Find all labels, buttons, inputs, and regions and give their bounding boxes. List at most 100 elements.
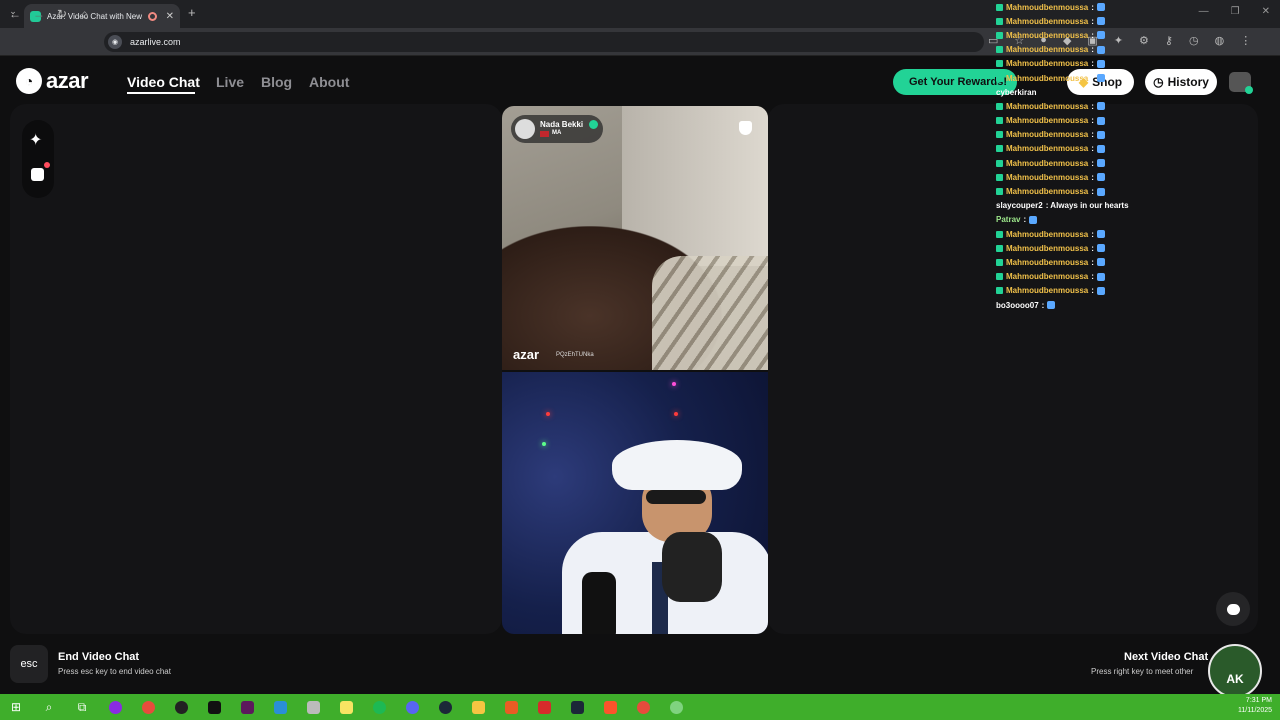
browser-tab[interactable]: Azar: Video Chat with New ✕: [24, 4, 180, 28]
steam-icon[interactable]: [567, 698, 587, 716]
chat-emote-icon: [1096, 74, 1105, 83]
chat-emote-icon: [1096, 45, 1105, 54]
chat-badge-icon: [996, 17, 1003, 25]
app-icon[interactable]: [501, 698, 521, 716]
next-video-chat-title[interactable]: Next Video Chat: [1124, 651, 1208, 663]
chat-emote-icon: [1096, 272, 1105, 281]
chat-text: :: [1091, 45, 1094, 55]
obs-icon[interactable]: [171, 698, 191, 716]
app-icon[interactable]: [204, 698, 224, 716]
chat-emote-icon: [1096, 17, 1105, 26]
home-icon[interactable]: ⌂: [81, 7, 88, 21]
partner-avatar: [515, 119, 535, 139]
chat-text: :: [1041, 300, 1045, 310]
chat-bubble-button[interactable]: [1216, 592, 1250, 626]
chat-badge-icon: [996, 173, 1003, 181]
chat-text: : Always in our hearts: [1045, 201, 1129, 211]
chat-emote-icon: [1096, 31, 1105, 40]
chat-badge-icon: [996, 273, 1003, 281]
chat-text: :: [1091, 172, 1094, 182]
back-icon[interactable]: ←: [9, 7, 21, 21]
partner-video: [502, 106, 768, 370]
chrome-icon[interactable]: [633, 698, 653, 716]
chat-message: Mahmoudbenmoussa:: [996, 99, 1256, 113]
chat-message: Mahmoudbenmoussa:: [996, 227, 1256, 241]
azar-logo-icon: ◔: [16, 68, 42, 94]
chat-badge-icon: [996, 3, 1003, 11]
windows-taskbar: ⊞ ⌕ ⧉: [0, 694, 1280, 720]
brave-icon[interactable]: [600, 698, 620, 716]
chat-message: slaycouper2: Always in our hearts: [996, 199, 1256, 213]
country-flag-icon: [540, 131, 549, 137]
chat-username: Mahmoudbenmoussa: [1006, 229, 1089, 239]
nav-live[interactable]: Live: [216, 74, 244, 90]
sticky-notes-icon[interactable]: [336, 698, 356, 716]
chat-username: Mahmoudbenmoussa: [1006, 286, 1089, 296]
recording-icon: [148, 11, 158, 21]
chat-message: Mahmoudbenmoussa:: [996, 57, 1256, 71]
chat-emote-icon: [1096, 130, 1105, 139]
system-clock[interactable]: 7:31 PM 11/11/2025: [1238, 696, 1272, 716]
report-shield-icon[interactable]: [739, 121, 752, 135]
app-icon[interactable]: [237, 698, 257, 716]
file-explorer-icon[interactable]: [468, 698, 488, 716]
sparkle-effects-icon[interactable]: ✦: [29, 130, 42, 150]
chat-username: Mahmoudbenmoussa: [1006, 101, 1089, 111]
close-window-icon[interactable]: ✕: [1262, 6, 1270, 17]
task-view-icon[interactable]: ⧉: [72, 698, 92, 716]
esc-key-button[interactable]: esc: [10, 645, 48, 683]
chat-message: Mahmoudbenmoussa:: [996, 241, 1256, 255]
self-video: [502, 372, 768, 634]
chat-message: Mahmoudbenmoussa:: [996, 14, 1256, 28]
address-bar[interactable]: ◉ azarlive.com: [104, 32, 984, 52]
face-filter-icon[interactable]: [31, 168, 44, 181]
chat-username: Mahmoudbenmoussa: [1006, 158, 1089, 168]
chat-text: :: [1023, 215, 1027, 225]
app-icon[interactable]: [666, 698, 686, 716]
chat-text: :: [1091, 272, 1094, 282]
chat-badge-icon: [996, 131, 1003, 139]
logo-text: azar: [46, 68, 89, 93]
search-icon[interactable]: ⌕: [39, 698, 59, 716]
chat-badge-icon: [996, 46, 1003, 54]
chat-badge-icon: [996, 74, 1003, 82]
chat-username: Mahmoudbenmoussa: [1006, 116, 1089, 126]
chat-badge-icon: [996, 244, 1003, 252]
notification-dot: [44, 162, 50, 168]
discord-icon[interactable]: [402, 698, 422, 716]
app-icon[interactable]: [303, 698, 323, 716]
chat-text: :: [1091, 144, 1094, 154]
app-icon[interactable]: [270, 698, 290, 716]
clock-date: 11/11/2025: [1238, 707, 1272, 714]
steam-icon[interactable]: [435, 698, 455, 716]
active-nav-underline: [127, 92, 195, 94]
app-icon[interactable]: [105, 698, 125, 716]
new-tab-button[interactable]: +: [188, 5, 196, 20]
end-video-chat-hint: Press esc key to end video chat: [58, 667, 171, 676]
chat-text: :: [1091, 229, 1094, 239]
reload-icon[interactable]: ↻: [57, 7, 67, 21]
spotify-icon[interactable]: [369, 698, 389, 716]
chat-emote-icon: [1096, 173, 1105, 182]
forward-icon[interactable]: →: [33, 7, 45, 21]
streamer-logo: AK: [1208, 644, 1262, 698]
chrome-icon[interactable]: [138, 698, 158, 716]
chat-emote-icon: [1096, 144, 1105, 153]
next-video-chat-hint: Press right key to meet other: [1091, 667, 1194, 676]
verified-badge-icon: [589, 120, 598, 129]
chat-message: Mahmoudbenmoussa:: [996, 114, 1256, 128]
chat-message: Mahmoudbenmoussa:: [996, 255, 1256, 269]
chat-text: :: [1091, 158, 1094, 168]
close-tab-icon[interactable]: ✕: [166, 11, 174, 22]
app-icon[interactable]: [534, 698, 554, 716]
chat-message: Mahmoudbenmoussa:: [996, 170, 1256, 184]
chat-message: Mahmoudbenmoussa:: [996, 156, 1256, 170]
windows-start-icon[interactable]: ⊞: [6, 698, 26, 716]
nav-about[interactable]: About: [309, 74, 349, 90]
nav-blog[interactable]: Blog: [261, 74, 292, 90]
nav-video-chat[interactable]: Video Chat: [127, 74, 200, 90]
site-info-icon[interactable]: ◉: [108, 35, 122, 49]
azar-logo[interactable]: ◔ azar: [16, 68, 89, 94]
left-panel: [10, 104, 502, 634]
chat-emote-icon: [1096, 230, 1105, 239]
